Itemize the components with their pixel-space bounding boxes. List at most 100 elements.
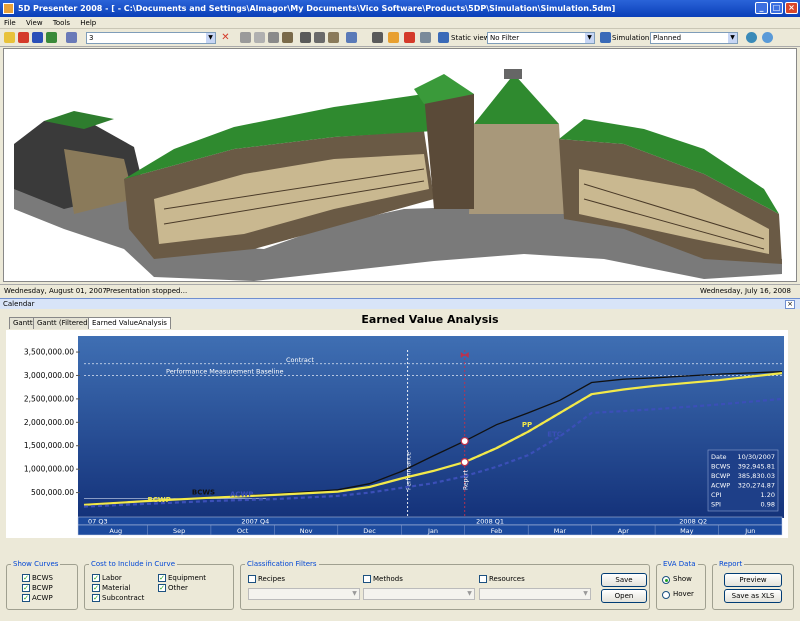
report-group: Report: [712, 560, 794, 610]
export-icon[interactable]: [46, 32, 57, 43]
chevron-down-icon: ▼: [352, 590, 357, 597]
month-label: Apr: [618, 527, 630, 535]
camera2-icon[interactable]: [314, 32, 325, 43]
mail-icon[interactable]: [420, 32, 431, 43]
box-icon[interactable]: [254, 32, 265, 43]
save-as-xls-button[interactable]: Save as XLS: [724, 589, 782, 603]
3d-viewport[interactable]: [3, 48, 797, 282]
open-icon[interactable]: [4, 32, 15, 43]
report-point: [460, 436, 469, 446]
section-icon[interactable]: [268, 32, 279, 43]
plot-area: [78, 336, 784, 518]
delete-icon[interactable]: ✕: [220, 32, 231, 43]
hover-radio[interactable]: [662, 591, 670, 599]
bcwp-label: BCWP: [32, 584, 53, 592]
close-button[interactable]: ×: [785, 2, 798, 14]
y-tick-label: 2,500,000.00: [24, 394, 74, 403]
quarter-band: [77, 516, 783, 526]
info-value: 392,945.81: [738, 463, 775, 471]
highlight-icon[interactable]: [388, 32, 399, 43]
y-tick-label: 500,000.00: [31, 488, 74, 497]
rotate-icon[interactable]: [346, 32, 357, 43]
static-view-icon[interactable]: [438, 32, 449, 43]
save-icon[interactable]: [32, 32, 43, 43]
series-label: BCWS: [192, 488, 215, 496]
filter-value: No Filter: [490, 34, 520, 42]
series-label: BCWP: [147, 496, 170, 504]
globe-icon[interactable]: [746, 32, 757, 43]
chevron-down-icon: ▼: [583, 590, 588, 597]
open-button[interactable]: Open: [601, 589, 647, 603]
model-icon[interactable]: [282, 32, 293, 43]
y-tick-label: 3,500,000.00: [24, 348, 74, 357]
menu-tools[interactable]: Tools: [53, 19, 70, 27]
select-icon[interactable]: [240, 32, 251, 43]
preview-button[interactable]: Preview: [724, 573, 782, 587]
minimize-button[interactable]: _: [755, 2, 768, 14]
month-label: Jun: [744, 527, 755, 535]
month-label: Oct: [237, 527, 249, 535]
recipes-checkbox[interactable]: [248, 575, 256, 583]
simulation-select[interactable]: Planned ▼: [650, 32, 738, 44]
marker-label: Report: [463, 469, 470, 490]
chevron-down-icon: ▼: [206, 33, 215, 43]
resources-select[interactable]: ▼: [479, 588, 591, 600]
close-icon[interactable]: ×: [785, 300, 795, 309]
help-icon[interactable]: [762, 32, 773, 43]
window-title: 5D Presenter 2008 - [ - C:\Documents and…: [18, 4, 616, 13]
app-icon: [3, 3, 14, 14]
menu-view[interactable]: View: [26, 19, 43, 27]
reference-label: Contract: [286, 356, 314, 364]
tab-earned-value-analysis[interactable]: Earned ValueAnalysis: [88, 317, 171, 329]
copy-icon[interactable]: [372, 32, 383, 43]
simulation-view-icon[interactable]: [600, 32, 611, 43]
info-value: 385,830.03: [738, 472, 775, 480]
grid-icon[interactable]: [66, 32, 77, 43]
menu-bar: File View Tools Help: [0, 17, 800, 29]
maximize-button[interactable]: □: [770, 2, 783, 14]
menu-help[interactable]: Help: [80, 19, 96, 27]
tab-gantt-filtered[interactable]: Gantt (Filtered): [33, 317, 95, 329]
classification-title: Classification Filters: [245, 560, 319, 568]
y-tick-label: 2,000,000.00: [24, 418, 74, 427]
material-label: Material: [102, 584, 131, 592]
quarter-label: 2008 Q2: [679, 518, 707, 526]
chevron-down-icon: ▼: [467, 590, 472, 597]
methods-select[interactable]: ▼: [363, 588, 475, 600]
labor-checkbox[interactable]: ✓: [92, 574, 100, 582]
x-box-icon[interactable]: [404, 32, 415, 43]
info-label: Date: [711, 453, 727, 461]
info-label: CPI: [711, 491, 721, 499]
show-radio[interactable]: [662, 576, 670, 584]
subcontract-label: Subcontract: [102, 594, 145, 602]
stop-icon[interactable]: [18, 32, 29, 43]
filter-select[interactable]: No Filter ▼: [487, 32, 595, 44]
count-select[interactable]: 3 ▼: [86, 32, 216, 44]
methods-checkbox[interactable]: [363, 575, 371, 583]
walk-icon[interactable]: [328, 32, 339, 43]
subcontract-checkbox[interactable]: ✓: [92, 594, 100, 602]
status-bar: Wednesday, August 01, 2007 Presentation …: [0, 284, 800, 296]
show-curves-title: Show Curves: [11, 560, 61, 568]
other-checkbox[interactable]: ✓: [158, 584, 166, 592]
month-label: Dec: [363, 527, 376, 535]
bcwp-checkbox[interactable]: ✓: [22, 584, 30, 592]
camera-icon[interactable]: [300, 32, 311, 43]
recipes-select[interactable]: ▼: [248, 588, 360, 600]
month-label: Nov: [300, 527, 313, 535]
material-checkbox[interactable]: ✓: [92, 584, 100, 592]
equipment-checkbox[interactable]: ✓: [158, 574, 166, 582]
quarter-label: 2007 Q4: [241, 518, 269, 526]
building-model-image: [14, 69, 782, 281]
bcws-checkbox[interactable]: ✓: [22, 574, 30, 582]
status-message: Presentation stopped...: [106, 287, 188, 295]
resources-checkbox[interactable]: [479, 575, 487, 583]
classification-group: Classification Filters: [240, 560, 650, 610]
menu-file[interactable]: File: [4, 19, 16, 27]
hover-label: Hover: [673, 590, 694, 598]
acwp-checkbox[interactable]: ✓: [22, 594, 30, 602]
resources-label: Resources: [489, 575, 525, 583]
save-button[interactable]: Save: [601, 573, 647, 587]
equipment-label: Equipment: [168, 574, 206, 582]
methods-label: Methods: [373, 575, 403, 583]
